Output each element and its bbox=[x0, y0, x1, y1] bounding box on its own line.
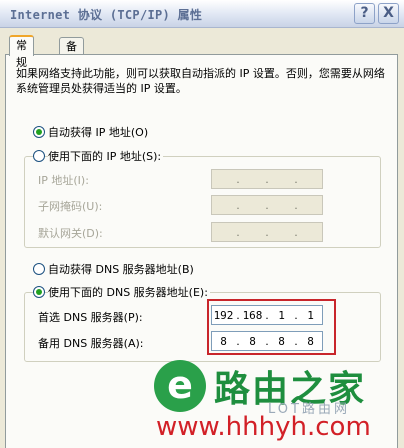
octet-dot: . bbox=[294, 172, 298, 186]
radio-auto-dns-label: 自动获得 DNS 服务器地址(B) bbox=[48, 261, 196, 277]
window-title: Internet 协议 (TCP/IP) 属性 bbox=[10, 8, 203, 22]
alternate-dns-label: 备用 DNS 服务器(A): bbox=[38, 337, 144, 350]
default-gateway-label: 默认网关(D): bbox=[38, 227, 103, 240]
octet-dot: . bbox=[294, 225, 298, 239]
tab-general[interactable]: 常规 bbox=[9, 35, 34, 69]
subnet-mask-input[interactable]: . . . bbox=[211, 195, 323, 215]
watermark-url: www.hhhyh.com bbox=[156, 412, 371, 442]
radio-manual-dns[interactable]: 使用下面的 DNS 服务器地址(E): bbox=[33, 284, 210, 300]
radio-button[interactable] bbox=[33, 263, 45, 275]
tab-alternate-config[interactable]: 备用配置 bbox=[59, 37, 84, 104]
radio-manual-ip-label: 使用下面的 IP 地址(S): bbox=[48, 148, 164, 164]
site-watermark: e 路由之家 LOT路由网 www.hhhyh.com bbox=[150, 356, 400, 448]
octet-dot: . bbox=[236, 225, 240, 239]
ip-address-input[interactable]: . . . bbox=[211, 169, 323, 189]
help-button[interactable]: ? bbox=[354, 3, 375, 24]
octet-dot: . bbox=[265, 172, 269, 186]
radio-auto-ip[interactable]: 自动获得 IP 地址(O) bbox=[33, 124, 151, 140]
ip-address-label: IP 地址(I): bbox=[38, 174, 89, 187]
octet-dot: . bbox=[265, 198, 269, 212]
radio-manual-dns-label: 使用下面的 DNS 服务器地址(E): bbox=[48, 284, 210, 300]
description-text: 如果网络支持此功能，则可以获取自动指派的 IP 设置。否则，您需要从网络系统管理… bbox=[16, 67, 385, 95]
subnet-mask-label: 子网掩码(U): bbox=[38, 200, 103, 213]
preferred-dns-label: 首选 DNS 服务器(P): bbox=[38, 311, 143, 324]
highlight-box bbox=[207, 299, 336, 355]
radio-auto-dns[interactable]: 自动获得 DNS 服务器地址(B) bbox=[33, 261, 196, 277]
radio-button[interactable] bbox=[33, 150, 45, 162]
radio-auto-ip-label: 自动获得 IP 地址(O) bbox=[48, 124, 151, 140]
octet-dot: . bbox=[294, 198, 298, 212]
close-button[interactable]: X bbox=[378, 3, 399, 24]
octet-dot: . bbox=[265, 225, 269, 239]
watermark-logo-icon: e bbox=[154, 360, 206, 412]
radio-button-checked[interactable] bbox=[33, 126, 45, 138]
octet-dot: . bbox=[236, 172, 240, 186]
radio-manual-ip[interactable]: 使用下面的 IP 地址(S): bbox=[33, 148, 164, 164]
radio-button-checked[interactable] bbox=[33, 286, 45, 298]
default-gateway-input[interactable]: . . . bbox=[211, 222, 323, 242]
octet-dot: . bbox=[236, 198, 240, 212]
title-bar: Internet 协议 (TCP/IP) 属性 ? X bbox=[0, 0, 404, 28]
